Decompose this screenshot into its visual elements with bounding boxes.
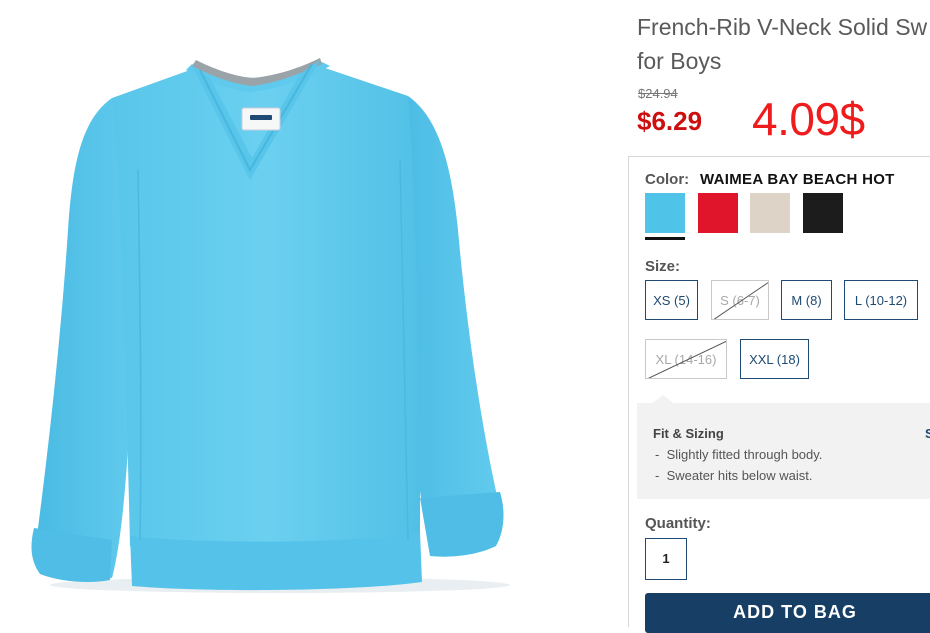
color-swatch-light-blue[interactable]: [645, 193, 685, 233]
selected-swatch-indicator: [645, 237, 685, 240]
quantity-input[interactable]: 1: [645, 538, 687, 580]
fit-item: - Sweater hits below waist.: [655, 468, 813, 483]
annotation-price: 4.09$: [752, 93, 865, 145]
add-to-bag-button[interactable]: ADD TO BAG: [645, 593, 930, 633]
unavailable-strike-icon: [713, 282, 768, 319]
size-button-xl-unavailable[interactable]: XL (14-16): [645, 339, 727, 379]
size-button-m[interactable]: M (8): [781, 280, 832, 320]
size-button-label: M (8): [791, 293, 822, 308]
fit-item-text: Sweater hits below waist.: [666, 468, 813, 483]
product-image[interactable]: [0, 0, 560, 612]
color-swatch-red[interactable]: [698, 193, 738, 233]
size-button-s-unavailable[interactable]: S (6-7): [711, 280, 769, 320]
sale-price: $6.29: [637, 106, 703, 136]
fit-box-pointer: [650, 395, 676, 405]
unavailable-strike-icon: [647, 340, 726, 378]
product-title-line2: for Boys: [637, 48, 722, 74]
color-swatch-oatmeal[interactable]: [750, 193, 790, 233]
product-title: French-Rib V-Neck Solid Sw for Boys: [637, 10, 930, 78]
original-price: $24.94: [638, 86, 678, 101]
color-label: Color:: [645, 171, 690, 188]
color-swatch-black[interactable]: [803, 193, 843, 233]
fit-sizing-side-link[interactable]: S: [925, 426, 930, 441]
fit-sizing-title: Fit & Sizing: [653, 426, 724, 441]
size-label: Size:: [645, 258, 681, 275]
product-title-line1: French-Rib V-Neck Solid Sw: [637, 14, 928, 40]
size-button-xxl[interactable]: XXL (18): [740, 339, 809, 379]
fit-item: - Slightly fitted through body.: [655, 447, 823, 462]
size-button-l[interactable]: L (10-12): [844, 280, 918, 320]
size-button-label: L (10-12): [854, 293, 908, 308]
size-button-xs[interactable]: XS (5): [645, 280, 698, 320]
size-button-label: XS (5): [653, 293, 690, 308]
sweater-illustration: [31, 58, 510, 593]
selected-color-name: WAIMEA BAY BEACH HOT: [700, 171, 895, 188]
size-button-label: XXL (18): [749, 352, 800, 367]
quantity-label: Quantity:: [645, 515, 711, 532]
fit-item-text: Slightly fitted through body.: [666, 447, 823, 462]
